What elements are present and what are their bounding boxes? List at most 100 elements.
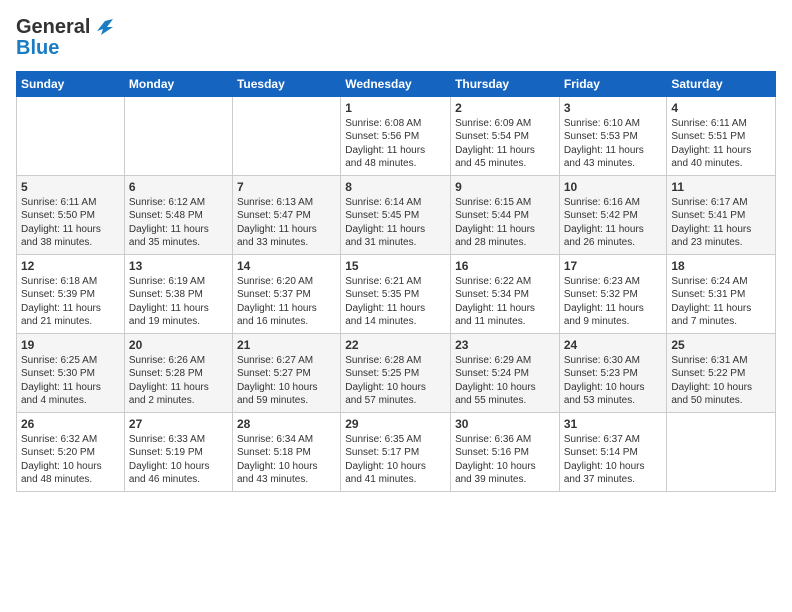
day-number: 18 [671,259,771,273]
day-info: Sunrise: 6:09 AM Sunset: 5:54 PM Dayligh… [455,117,555,171]
day-number: 1 [345,101,446,115]
day-info: Sunrise: 6:35 AM Sunset: 5:17 PM Dayligh… [345,433,446,487]
calendar-cell: 8Sunrise: 6:14 AM Sunset: 5:45 PM Daylig… [341,175,451,254]
day-number: 22 [345,338,446,352]
logo-bird-icon [91,17,113,39]
weekday-header: Sunday [17,71,125,96]
calendar-cell: 17Sunrise: 6:23 AM Sunset: 5:32 PM Dayli… [559,254,667,333]
calendar-cell: 13 Sunrise: 6:19 AM Sunset: 5:38 PM Dayli… [124,254,232,333]
calendar-week-row: 26 Sunrise: 6:32 AM Sunset: 5:20 PM Dayli… [17,412,776,491]
day-number: 9 [455,180,555,194]
day-info: Sunrise: 6:18 AM Sunset: 5:39 PM Dayligh… [21,275,120,329]
day-info: Sunrise: 6:19 AM Sunset: 5:38 PM Dayligh… [129,275,228,329]
day-number: 24 [564,338,663,352]
calendar-table: SundayMondayTuesdayWednesdayThursdayFrid… [16,71,776,492]
day-number: 10 [564,180,663,194]
day-info: Sunrise: 6:12 AM Sunset: 5:48 PM Dayligh… [129,196,228,250]
calendar-cell: 4 Sunrise: 6:11 AM Sunset: 5:51 PM Daylig… [667,96,776,175]
day-info: Sunrise: 6:26 AM Sunset: 5:28 PM Dayligh… [129,354,228,408]
day-info: Sunrise: 6:33 AM Sunset: 5:19 PM Dayligh… [129,433,228,487]
weekday-header: Thursday [451,71,560,96]
day-info: Sunrise: 6:32 AM Sunset: 5:20 PM Dayligh… [21,433,120,487]
day-number: 3 [564,101,663,115]
calendar-cell: 11 Sunrise: 6:17 AM Sunset: 5:41 PM Dayli… [667,175,776,254]
calendar-cell: 20 Sunrise: 6:26 AM Sunset: 5:28 PM Dayli… [124,333,232,412]
weekday-header: Tuesday [232,71,340,96]
calendar-cell: 27 Sunrise: 6:33 AM Sunset: 5:19 PM Dayli… [124,412,232,491]
day-number: 8 [345,180,446,194]
day-number: 15 [345,259,446,273]
calendar-cell: 16Sunrise: 6:22 AM Sunset: 5:34 PM Dayli… [451,254,560,333]
weekday-header: Friday [559,71,667,96]
day-info: Sunrise: 6:11 AM Sunset: 5:51 PM Dayligh… [671,117,771,171]
calendar-body: 1 Sunrise: 6:08 AM Sunset: 5:56 PM Daylig… [17,96,776,491]
calendar-cell: 15 Sunrise: 6:21 AM Sunset: 5:35 PM Dayli… [341,254,451,333]
day-info: Sunrise: 6:08 AM Sunset: 5:56 PM Dayligh… [345,117,446,171]
calendar-cell: 14 Sunrise: 6:20 AM Sunset: 5:37 PM Dayli… [232,254,340,333]
day-number: 29 [345,417,446,431]
day-number: 5 [21,180,120,194]
calendar-cell: 7 Sunrise: 6:13 AM Sunset: 5:47 PM Daylig… [232,175,340,254]
weekday-header: Monday [124,71,232,96]
calendar-cell [17,96,125,175]
calendar-cell: 6Sunrise: 6:12 AM Sunset: 5:48 PM Daylig… [124,175,232,254]
day-number: 23 [455,338,555,352]
logo-text: General [16,16,114,39]
header: General Blue [16,16,776,59]
weekday-header: Wednesday [341,71,451,96]
day-number: 26 [21,417,120,431]
calendar-cell: 2 Sunrise: 6:09 AM Sunset: 5:54 PM Daylig… [451,96,560,175]
calendar-week-row: 19 Sunrise: 6:25 AM Sunset: 5:30 PM Dayli… [17,333,776,412]
day-info: Sunrise: 6:37 AM Sunset: 5:14 PM Dayligh… [564,433,663,487]
day-info: Sunrise: 6:17 AM Sunset: 5:41 PM Dayligh… [671,196,771,250]
day-info: Sunrise: 6:21 AM Sunset: 5:35 PM Dayligh… [345,275,446,329]
day-number: 7 [237,180,336,194]
logo: General Blue [16,16,114,59]
page-container: General Blue SundayMondayTuesdayWednesda… [0,0,792,500]
calendar-cell: 3 Sunrise: 6:10 AM Sunset: 5:53 PM Daylig… [559,96,667,175]
calendar-cell: 12 Sunrise: 6:18 AM Sunset: 5:39 PM Dayli… [17,254,125,333]
day-number: 13 [129,259,228,273]
day-number: 20 [129,338,228,352]
calendar-cell: 26 Sunrise: 6:32 AM Sunset: 5:20 PM Dayli… [17,412,125,491]
day-number: 14 [237,259,336,273]
day-number: 4 [671,101,771,115]
calendar-cell: 22 Sunrise: 6:28 AM Sunset: 5:25 PM Dayli… [341,333,451,412]
calendar-cell: 21Sunrise: 6:27 AM Sunset: 5:27 PM Dayli… [232,333,340,412]
day-number: 12 [21,259,120,273]
day-info: Sunrise: 6:28 AM Sunset: 5:25 PM Dayligh… [345,354,446,408]
day-number: 2 [455,101,555,115]
day-info: Sunrise: 6:16 AM Sunset: 5:42 PM Dayligh… [564,196,663,250]
day-number: 17 [564,259,663,273]
day-info: Sunrise: 6:27 AM Sunset: 5:27 PM Dayligh… [237,354,336,408]
day-info: Sunrise: 6:29 AM Sunset: 5:24 PM Dayligh… [455,354,555,408]
calendar-cell [232,96,340,175]
day-info: Sunrise: 6:36 AM Sunset: 5:16 PM Dayligh… [455,433,555,487]
calendar-cell [667,412,776,491]
day-info: Sunrise: 6:24 AM Sunset: 5:31 PM Dayligh… [671,275,771,329]
day-info: Sunrise: 6:25 AM Sunset: 5:30 PM Dayligh… [21,354,120,408]
calendar-cell: 24Sunrise: 6:30 AM Sunset: 5:23 PM Dayli… [559,333,667,412]
day-info: Sunrise: 6:10 AM Sunset: 5:53 PM Dayligh… [564,117,663,171]
day-number: 30 [455,417,555,431]
day-number: 19 [21,338,120,352]
calendar-cell: 25Sunrise: 6:31 AM Sunset: 5:22 PM Dayli… [667,333,776,412]
calendar-cell: 28 Sunrise: 6:34 AM Sunset: 5:18 PM Dayli… [232,412,340,491]
day-number: 27 [129,417,228,431]
day-info: Sunrise: 6:11 AM Sunset: 5:50 PM Dayligh… [21,196,120,250]
day-number: 28 [237,417,336,431]
calendar-cell: 5 Sunrise: 6:11 AM Sunset: 5:50 PM Daylig… [17,175,125,254]
day-number: 31 [564,417,663,431]
calendar-week-row: 5 Sunrise: 6:11 AM Sunset: 5:50 PM Daylig… [17,175,776,254]
day-info: Sunrise: 6:15 AM Sunset: 5:44 PM Dayligh… [455,196,555,250]
weekday-header-row: SundayMondayTuesdayWednesdayThursdayFrid… [17,71,776,96]
calendar-cell: 31 Sunrise: 6:37 AM Sunset: 5:14 PM Dayli… [559,412,667,491]
calendar-cell: 19 Sunrise: 6:25 AM Sunset: 5:30 PM Dayli… [17,333,125,412]
day-info: Sunrise: 6:13 AM Sunset: 5:47 PM Dayligh… [237,196,336,250]
day-info: Sunrise: 6:34 AM Sunset: 5:18 PM Dayligh… [237,433,336,487]
day-info: Sunrise: 6:20 AM Sunset: 5:37 PM Dayligh… [237,275,336,329]
weekday-header: Saturday [667,71,776,96]
day-number: 11 [671,180,771,194]
calendar-cell: 29 Sunrise: 6:35 AM Sunset: 5:17 PM Dayli… [341,412,451,491]
calendar-cell: 10 Sunrise: 6:16 AM Sunset: 5:42 PM Dayli… [559,175,667,254]
